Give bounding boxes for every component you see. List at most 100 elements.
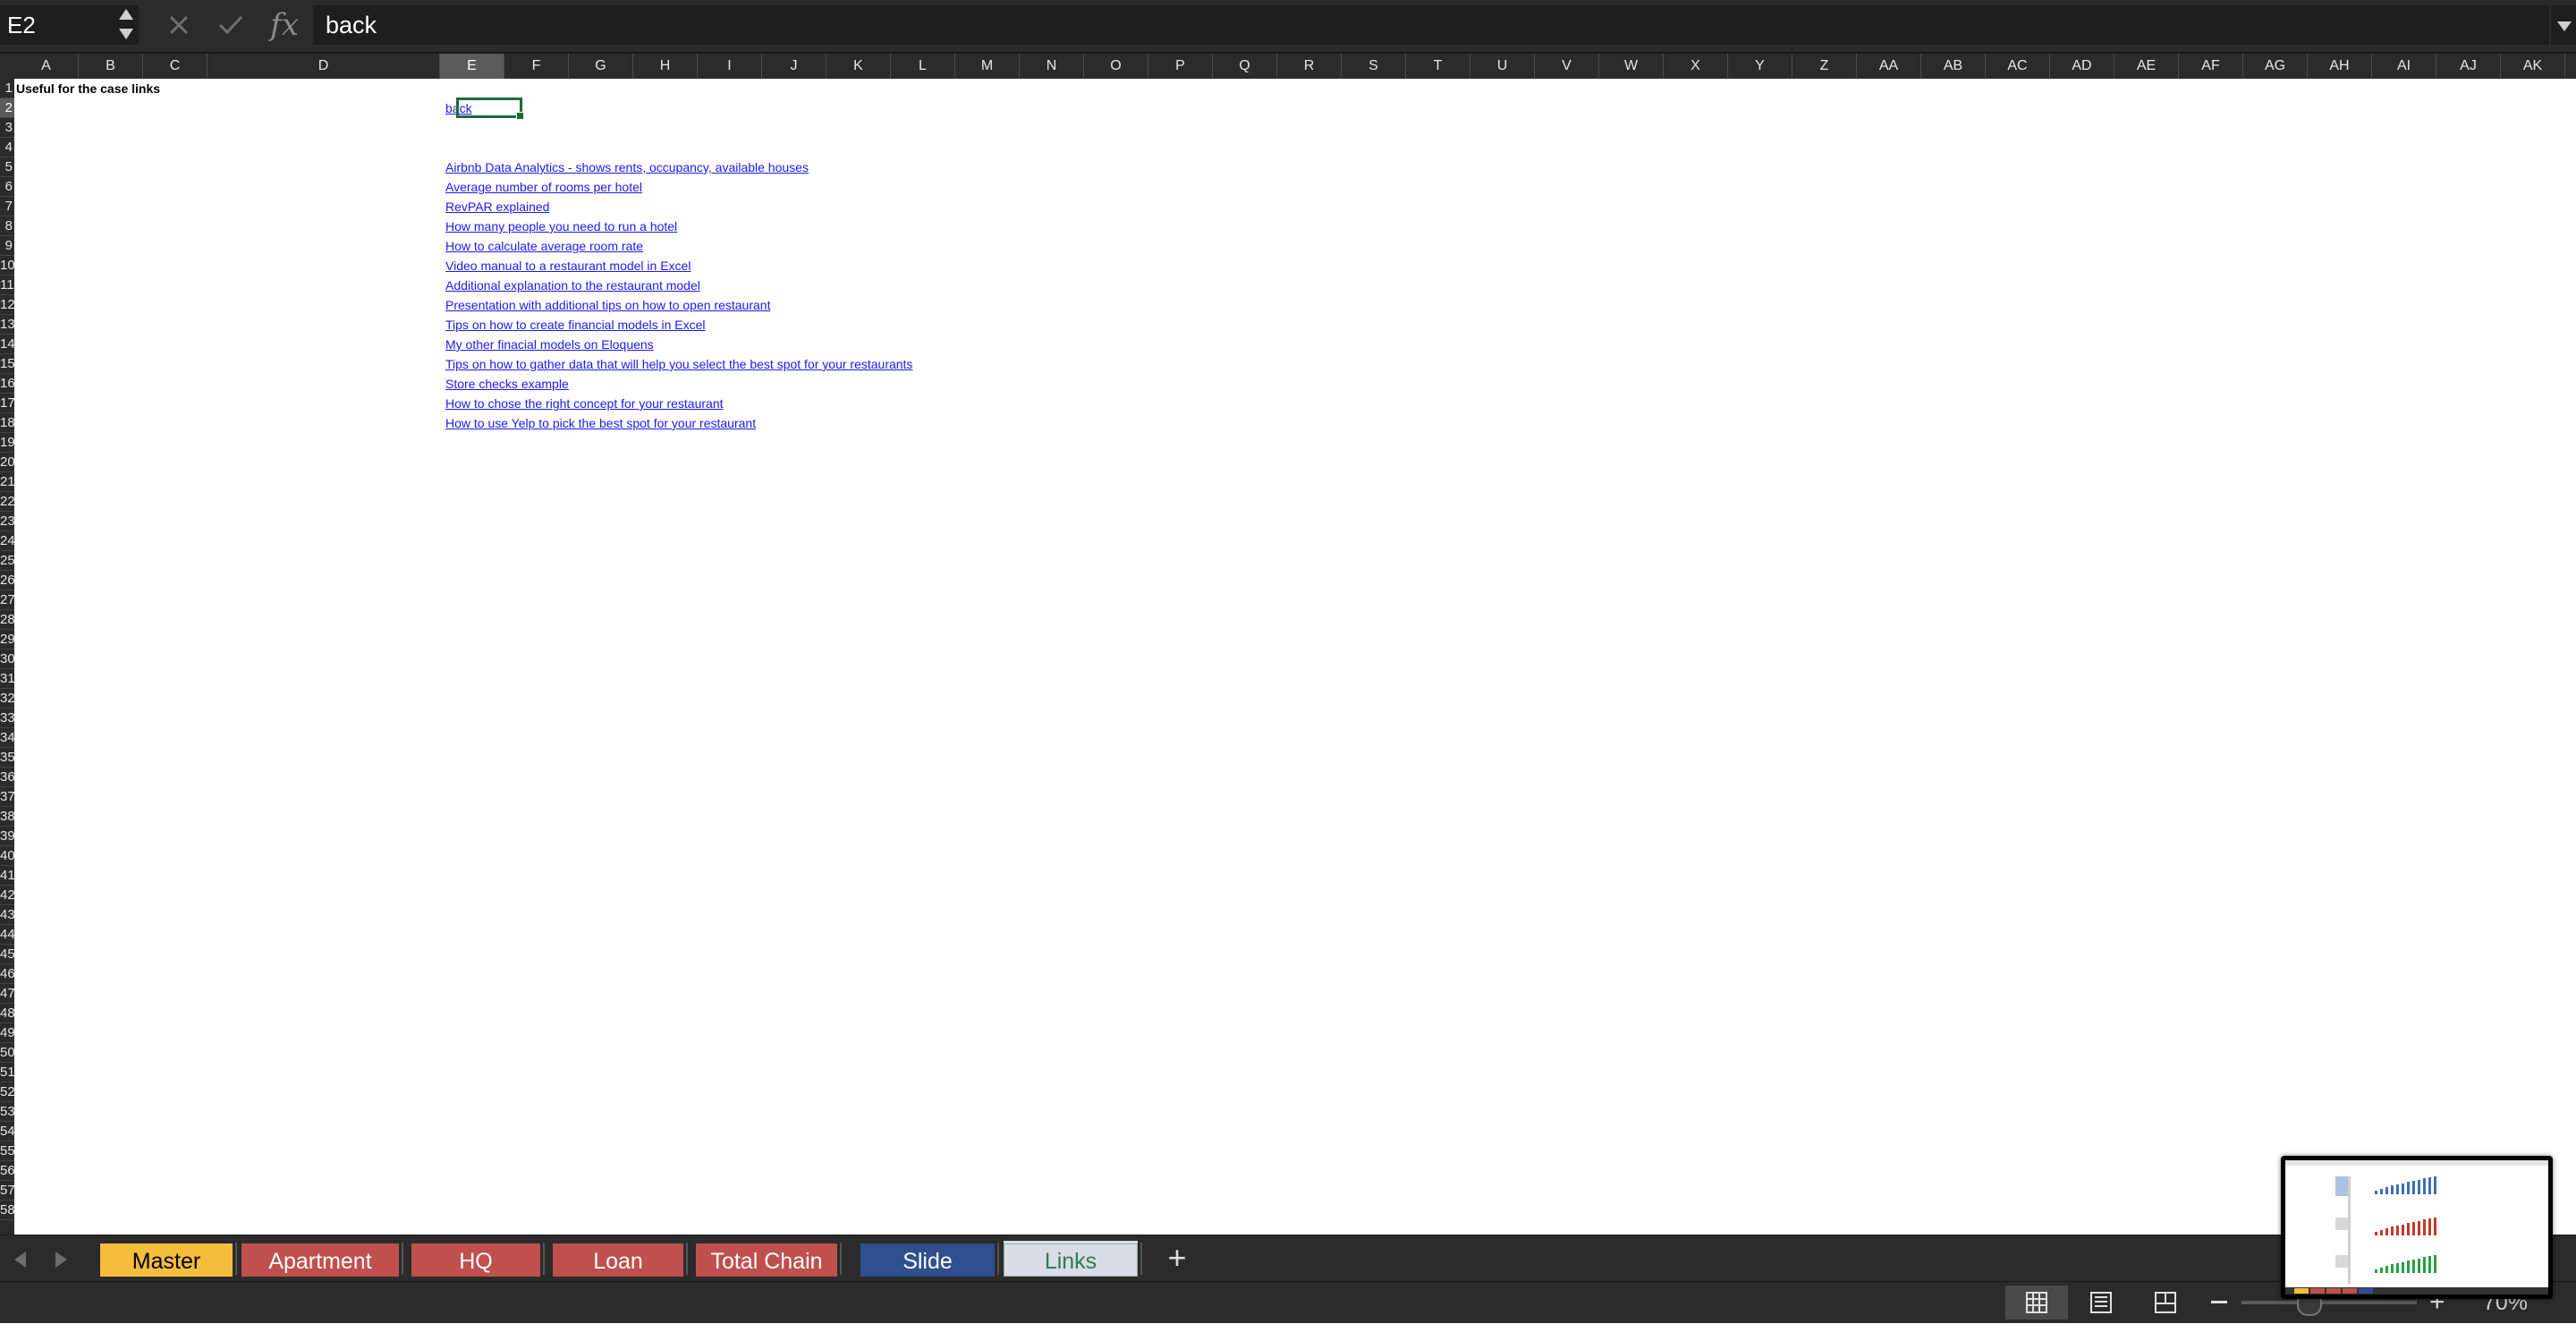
- expand-formula-bar-button[interactable]: [2551, 5, 2576, 45]
- sheet-tab-total-chain[interactable]: Total Chain: [696, 1241, 837, 1277]
- page-break-view-button[interactable]: [2134, 1286, 2197, 1320]
- sheet-tab-links[interactable]: Links: [1004, 1241, 1138, 1277]
- column-header-ad[interactable]: AD: [2050, 54, 2114, 79]
- column-header-af[interactable]: AF: [2179, 54, 2243, 79]
- row-header-38[interactable]: 38: [0, 807, 14, 827]
- page-layout-view-button[interactable]: [2070, 1286, 2132, 1320]
- column-header-ab[interactable]: AB: [1921, 54, 1986, 79]
- column-header-ai[interactable]: AI: [2372, 54, 2436, 79]
- row-header-42[interactable]: 42: [0, 886, 14, 905]
- row-header-10[interactable]: 10: [0, 256, 14, 276]
- row-header-41[interactable]: 41: [0, 866, 14, 886]
- row-header-56[interactable]: 56: [0, 1161, 14, 1181]
- sheet-tab-apartment[interactable]: Apartment: [242, 1241, 399, 1277]
- column-header-e[interactable]: E: [440, 54, 504, 79]
- row-header-50[interactable]: 50: [0, 1043, 14, 1063]
- column-header-d[interactable]: D: [208, 54, 440, 79]
- zoom-out-button[interactable]: [2211, 1301, 2227, 1303]
- row-header-34[interactable]: 34: [0, 728, 14, 748]
- column-header-ak[interactable]: AK: [2501, 54, 2565, 79]
- row-header-47[interactable]: 47: [0, 984, 14, 1004]
- zoom-slider[interactable]: [2241, 1301, 2417, 1304]
- column-header-i[interactable]: I: [698, 54, 762, 79]
- column-header-l[interactable]: L: [891, 54, 955, 79]
- row-header-3[interactable]: 3: [0, 118, 14, 138]
- column-header-j[interactable]: J: [762, 54, 826, 79]
- row-header-52[interactable]: 52: [0, 1082, 14, 1102]
- formula-input[interactable]: back: [313, 5, 2549, 45]
- row-header-21[interactable]: 21: [0, 472, 14, 492]
- name-box-stepper[interactable]: [116, 4, 136, 43]
- column-header-g[interactable]: G: [569, 54, 633, 79]
- row-header-45[interactable]: 45: [0, 945, 14, 964]
- row-header-53[interactable]: 53: [0, 1102, 14, 1122]
- row-header-16[interactable]: 16: [0, 374, 14, 394]
- row-header-27[interactable]: 27: [0, 590, 14, 610]
- hyperlink-item[interactable]: RevPAR explained: [445, 197, 549, 216]
- row-header-44[interactable]: 44: [0, 925, 14, 945]
- row-header-40[interactable]: 40: [0, 846, 14, 866]
- row-header-19[interactable]: 19: [0, 433, 14, 453]
- column-header-a[interactable]: A: [14, 54, 79, 79]
- column-header-ah[interactable]: AH: [2308, 54, 2372, 79]
- row-header-8[interactable]: 8: [0, 216, 14, 236]
- sheet-tab-slide[interactable]: Slide: [860, 1241, 995, 1277]
- scroll-tabs-left-icon[interactable]: [14, 1252, 26, 1268]
- column-header-v[interactable]: V: [1535, 54, 1599, 79]
- row-header-24[interactable]: 24: [0, 531, 14, 551]
- hyperlink-item[interactable]: Tips on how to gather data that will hel…: [445, 354, 912, 374]
- row-header-15[interactable]: 15: [0, 354, 14, 374]
- column-header-m[interactable]: M: [955, 54, 1020, 79]
- row-header-9[interactable]: 9: [0, 236, 14, 256]
- column-header-ag[interactable]: AG: [2243, 54, 2308, 79]
- confirm-button[interactable]: [213, 5, 249, 45]
- hyperlink-item[interactable]: How to use Yelp to pick the best spot fo…: [445, 413, 756, 433]
- column-header-aa[interactable]: AA: [1857, 54, 1921, 79]
- hyperlink-item[interactable]: My other finacial models on Eloquens: [445, 335, 654, 354]
- row-header-36[interactable]: 36: [0, 768, 14, 787]
- row-header-14[interactable]: 14: [0, 335, 14, 354]
- column-header-k[interactable]: K: [826, 54, 891, 79]
- row-header-46[interactable]: 46: [0, 964, 14, 984]
- row-header-54[interactable]: 54: [0, 1122, 14, 1142]
- hyperlink-item[interactable]: How many people you need to run a hotel: [445, 216, 677, 236]
- row-header-20[interactable]: 20: [0, 453, 14, 472]
- column-header-s[interactable]: S: [1342, 54, 1406, 79]
- row-header-22[interactable]: 22: [0, 492, 14, 512]
- row-header-25[interactable]: 25: [0, 551, 14, 571]
- column-header-t[interactable]: T: [1406, 54, 1470, 79]
- row-header-29[interactable]: 29: [0, 630, 14, 649]
- normal-view-button[interactable]: [2005, 1286, 2068, 1320]
- column-header-ae[interactable]: AE: [2114, 54, 2179, 79]
- row-header-57[interactable]: 57: [0, 1181, 14, 1201]
- row-header-33[interactable]: 33: [0, 709, 14, 728]
- hyperlink-item[interactable]: Video manual to a restaurant model in Ex…: [445, 256, 691, 276]
- column-header-u[interactable]: U: [1470, 54, 1535, 79]
- row-header-2[interactable]: 2: [0, 98, 14, 118]
- row-header-51[interactable]: 51: [0, 1063, 14, 1082]
- column-header-c[interactable]: C: [143, 54, 208, 79]
- row-header-39[interactable]: 39: [0, 827, 14, 846]
- sheet-tab-hq[interactable]: HQ: [411, 1241, 540, 1277]
- sheet-tab-master[interactable]: Master: [100, 1241, 233, 1277]
- row-header-43[interactable]: 43: [0, 905, 14, 925]
- row-header-23[interactable]: 23: [0, 512, 14, 531]
- row-header-58[interactable]: 58: [0, 1201, 14, 1220]
- row-header-1[interactable]: 1: [0, 79, 14, 98]
- fill-handle[interactable]: [516, 112, 524, 120]
- row-header-31[interactable]: 31: [0, 669, 14, 689]
- chevron-up-icon[interactable]: [119, 9, 133, 20]
- row-header-32[interactable]: 32: [0, 689, 14, 709]
- column-header-ac[interactable]: AC: [1986, 54, 2050, 79]
- insert-function-button[interactable]: fx: [265, 5, 304, 45]
- column-header-w[interactable]: W: [1599, 54, 1664, 79]
- hyperlink-item[interactable]: How to calculate average room rate: [445, 236, 643, 256]
- column-header-r[interactable]: R: [1277, 54, 1342, 79]
- cancel-button[interactable]: [161, 5, 197, 45]
- row-header-6[interactable]: 6: [0, 177, 14, 197]
- row-header-4[interactable]: 4: [0, 138, 14, 157]
- window-preview-thumbnail[interactable]: [2281, 1156, 2553, 1299]
- column-header-p[interactable]: P: [1148, 54, 1213, 79]
- row-header-28[interactable]: 28: [0, 610, 14, 630]
- hyperlink-item[interactable]: Average number of rooms per hotel: [445, 177, 642, 197]
